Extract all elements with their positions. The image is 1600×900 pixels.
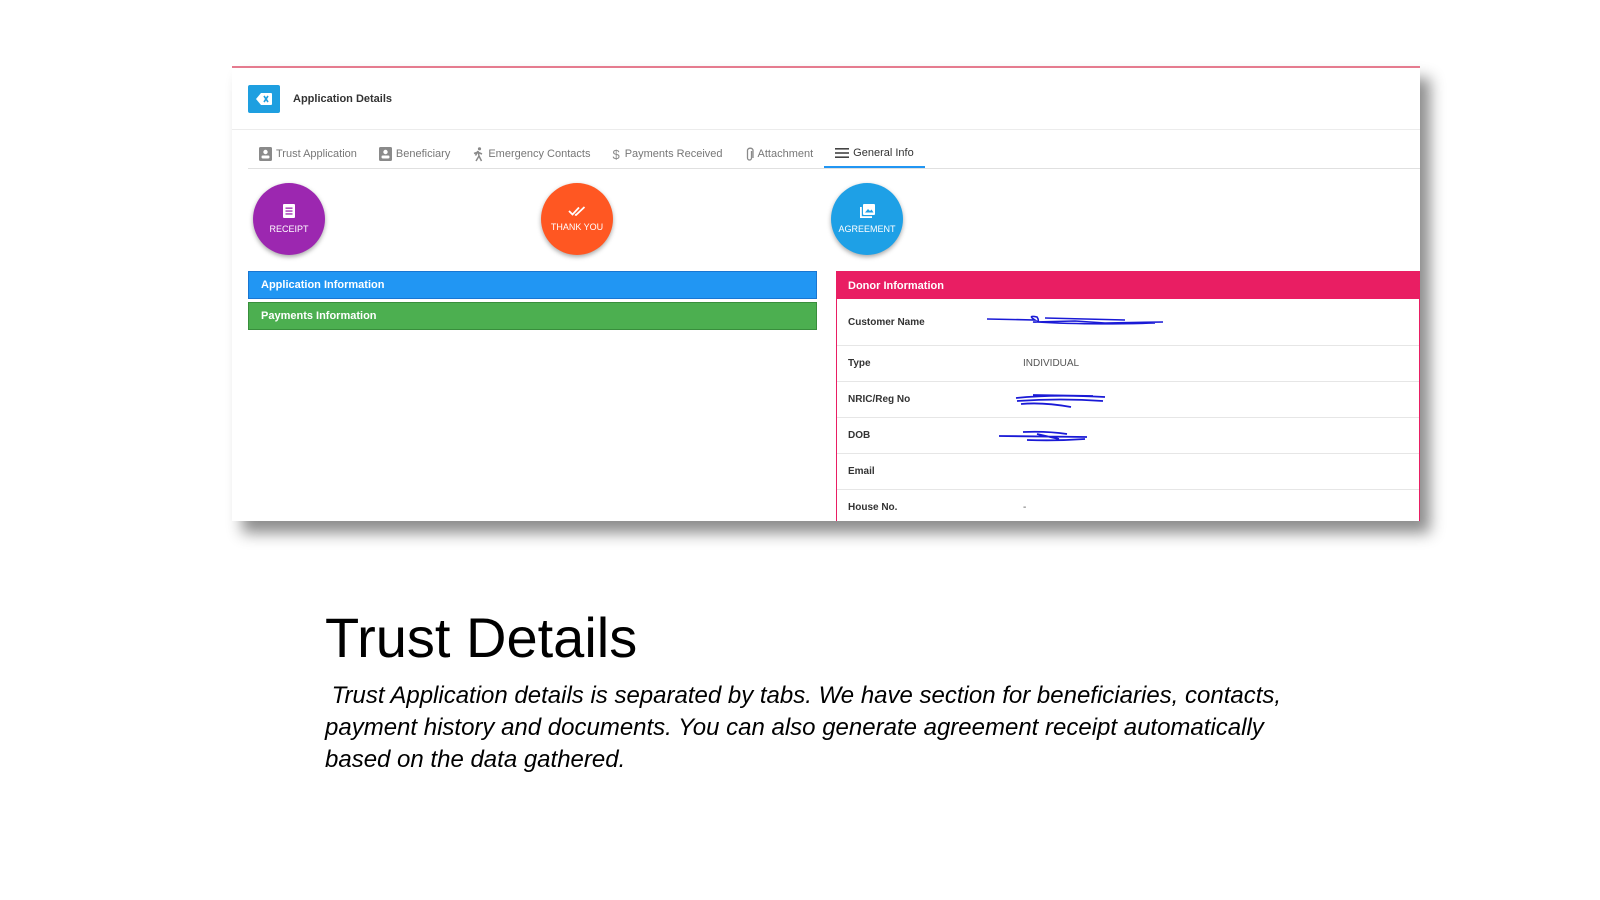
agreement-label: AGREEMENT bbox=[838, 224, 896, 234]
field-label: House No. bbox=[848, 502, 898, 513]
field-label: NRIC/Reg No bbox=[848, 394, 911, 405]
tab-label: Payments Received bbox=[624, 148, 723, 160]
tab-label: Trust Application bbox=[276, 148, 357, 160]
field-value: INDIVIDUAL bbox=[1023, 358, 1080, 369]
field-label: Type bbox=[848, 358, 871, 369]
application-information-panel[interactable]: Application Information bbox=[248, 271, 817, 299]
slide-description: Trust Application details is separated b… bbox=[325, 682, 1288, 773]
running-person-icon bbox=[474, 146, 483, 161]
tab-label: Attachment bbox=[757, 148, 814, 160]
agreement-button[interactable]: AGREEMENT bbox=[831, 183, 903, 255]
tab-emergency-contacts[interactable]: Emergency Contacts bbox=[461, 140, 601, 168]
receipt-label: RECEIPT bbox=[269, 224, 309, 234]
back-button[interactable] bbox=[248, 84, 280, 113]
donor-row-dob: DOB bbox=[837, 418, 1419, 454]
document-icon bbox=[283, 204, 295, 218]
redaction-scribble bbox=[986, 315, 1164, 325]
id-card-icon bbox=[259, 147, 272, 161]
app-screenshot: Application Details Trust Application Be… bbox=[232, 66, 1420, 521]
donor-information-heading: Donor Information bbox=[837, 272, 1419, 299]
tab-label: Beneficiary bbox=[395, 148, 451, 160]
thank-you-button[interactable]: THANK YOU bbox=[541, 183, 613, 255]
menu-icon bbox=[835, 148, 850, 158]
dollar-icon: $ bbox=[612, 146, 620, 162]
donor-row-type: Type INDIVIDUAL bbox=[837, 346, 1419, 382]
redaction-scribble bbox=[998, 430, 1088, 442]
donor-row-customer-name: Customer Name bbox=[837, 299, 1419, 346]
field-label: DOB bbox=[848, 430, 871, 441]
backspace-icon bbox=[256, 92, 272, 105]
tab-general-info[interactable]: General Info bbox=[824, 140, 925, 168]
tab-label: Emergency Contacts bbox=[488, 148, 591, 160]
tab-payments-received[interactable]: $ Payments Received bbox=[601, 140, 733, 168]
tab-label: General Info bbox=[853, 147, 914, 159]
tab-trust-application[interactable]: Trust Application bbox=[248, 140, 368, 168]
tabs-divider bbox=[248, 168, 1420, 169]
field-value: - bbox=[1023, 502, 1027, 513]
donor-row-nric: NRIC/Reg No bbox=[837, 382, 1419, 418]
donor-row-house-no: House No. - bbox=[837, 490, 1419, 521]
donor-row-email: Email bbox=[837, 454, 1419, 490]
double-check-icon bbox=[568, 206, 586, 216]
payments-information-panel[interactable]: Payments Information bbox=[248, 302, 817, 330]
donor-information-panel: Donor Information Customer Name Type IND… bbox=[836, 271, 1420, 521]
gallery-icon bbox=[859, 204, 875, 218]
id-card-icon bbox=[378, 147, 392, 161]
paperclip-icon bbox=[746, 147, 754, 161]
thank-you-label: THANK YOU bbox=[550, 222, 604, 232]
receipt-button[interactable]: RECEIPT bbox=[253, 183, 325, 255]
page-title: Application Details bbox=[293, 92, 393, 105]
field-label: Email bbox=[848, 466, 875, 477]
tab-bar: Trust Application Beneficiary Emergency … bbox=[248, 140, 925, 168]
redaction-scribble bbox=[1015, 394, 1106, 408]
tab-attachment[interactable]: Attachment bbox=[734, 140, 825, 168]
app-header: Application Details bbox=[232, 68, 1420, 130]
slide-title: Trust Details bbox=[325, 606, 638, 669]
tab-beneficiary[interactable]: Beneficiary bbox=[368, 140, 461, 168]
